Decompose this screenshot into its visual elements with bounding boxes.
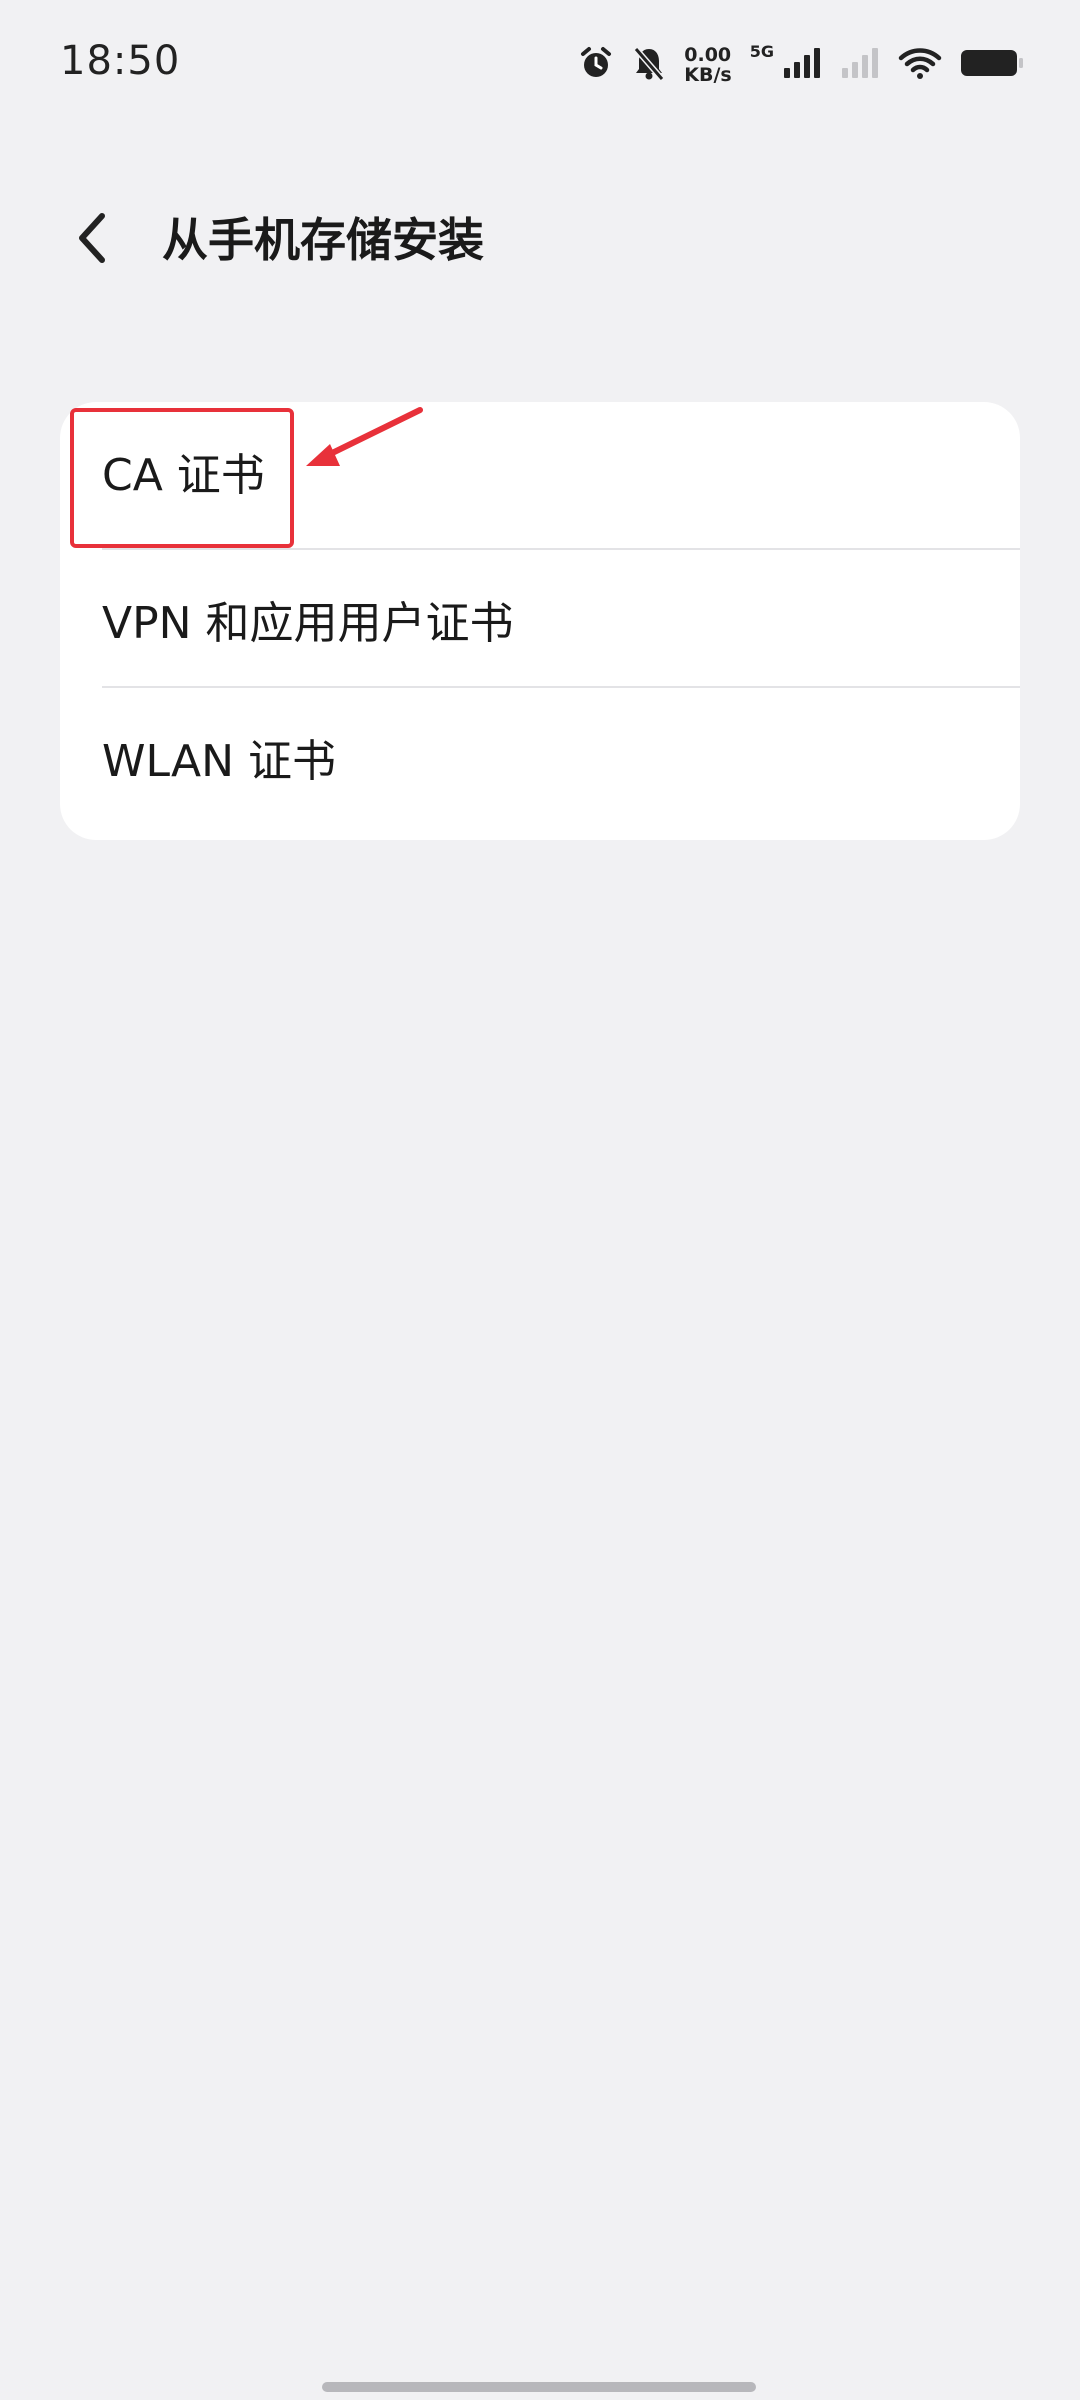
status-icons: 0.00 KB/s 5G — [578, 40, 1024, 90]
network-speed-unit: KB/s — [684, 64, 732, 86]
network-type: 5G — [749, 42, 774, 61]
status-time: 18:50 — [60, 38, 181, 84]
list-item-vpn-app-user-certificate[interactable]: VPN 和应用用户证书 — [60, 550, 1020, 688]
list-item-wlan-certificate[interactable]: WLAN 证书 — [60, 688, 1020, 826]
annotation-highlight-box — [70, 408, 294, 548]
wifi-icon — [898, 46, 942, 84]
signal-weak-icon — [840, 46, 880, 84]
alarm-icon — [578, 45, 614, 85]
back-button[interactable] — [62, 210, 122, 270]
chevron-left-icon — [72, 210, 112, 270]
status-bar: 18:50 0.00 KB/s 5G — [0, 0, 1080, 130]
page-header: 从手机存储安装 — [0, 180, 1080, 300]
bell-off-icon — [632, 45, 666, 85]
list-item-label: VPN 和应用用户证书 — [102, 598, 514, 649]
battery-icon — [960, 46, 1024, 84]
network-speed-value: 0.00 — [684, 44, 732, 66]
annotation-arrow-icon — [306, 407, 423, 466]
signal-icon — [782, 46, 822, 84]
gesture-navigation-bar[interactable] — [322, 2382, 756, 2392]
list-item-label: WLAN 证书 — [102, 736, 337, 787]
network-speed: 0.00 KB/s — [684, 45, 731, 85]
page-title: 从手机存储安装 — [162, 213, 484, 267]
